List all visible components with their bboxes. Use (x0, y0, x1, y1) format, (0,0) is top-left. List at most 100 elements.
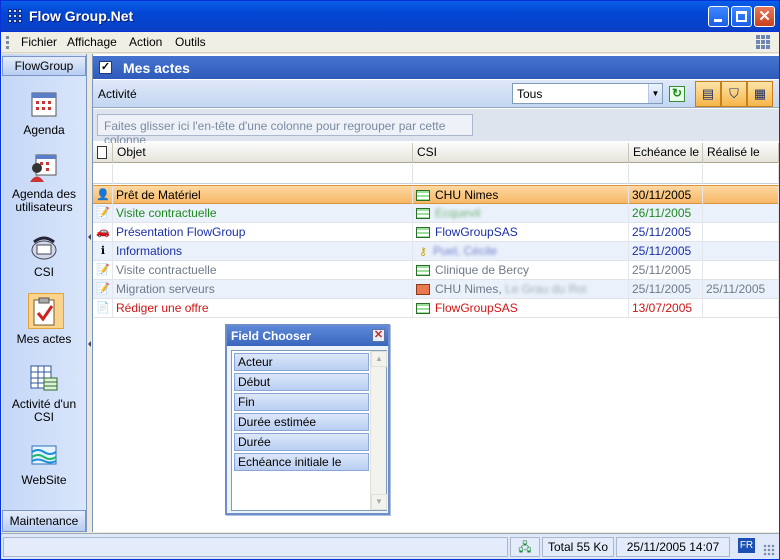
grid-filter-row[interactable] (93, 164, 779, 184)
resize-grip-icon[interactable] (763, 544, 775, 556)
window-title: Flow Group.Net (29, 8, 134, 24)
activity-label: Activité (98, 87, 137, 101)
car-icon: 🚗 (96, 226, 110, 238)
note-icon: 📝 (96, 283, 110, 295)
table-row[interactable]: 📝 Migration serveurs CHU Nimes, Le Grau … (93, 280, 779, 299)
close-icon[interactable]: ✕ (372, 329, 385, 342)
calendar-icon (31, 92, 57, 117)
cell-objet: Prêt de Matériel (113, 186, 413, 204)
main-panel: ✓ Mes actes Activité Tous ▼ ↻ ▤ ⛉ ▦ Fait… (92, 54, 779, 532)
cell-csi: CHU Nimes, Le Grau du Roi (413, 280, 629, 298)
cell-objet: Visite contractuelle (113, 261, 413, 279)
sidebar-item-label: Agenda des utilisateurs (11, 187, 77, 214)
close-icon: ✕ (758, 8, 771, 25)
status-datetime: 25/11/2005 14:07 (616, 537, 730, 557)
cell-csi: CHU Nimes (413, 186, 629, 204)
sidebar-item-website[interactable]: WebSite (2, 438, 86, 490)
splitter-arrow-icon[interactable] (88, 341, 91, 347)
sidebar-item-label: Mes actes (16, 332, 72, 346)
field-list: Acteur Début Fin Durée estimée Durée Ech… (231, 350, 387, 511)
refresh-icon[interactable]: ↻ (669, 86, 685, 102)
table-row[interactable]: 📝 Visite contractuelle Clinique de Bercy… (93, 261, 779, 280)
list-icon: ▤ (701, 86, 715, 101)
cell-csi: FlowGroupSAS (413, 299, 629, 317)
column-header-echeance[interactable]: Echéance le (629, 143, 703, 163)
columns-icon: ▦ (753, 86, 767, 101)
menu-grip-icon[interactable] (6, 36, 9, 49)
sidebar-item-label: Agenda (23, 123, 65, 137)
cell-echeance: 30/11/2005 (629, 186, 703, 204)
funnel-icon: ⛉ (729, 86, 739, 101)
sidebar-item-activite-csi[interactable]: Activité d'un CSI (2, 360, 86, 426)
network-icon: 🖧 (518, 540, 532, 554)
chevron-up-icon[interactable]: ▲ (371, 351, 387, 367)
sidebar-footer[interactable]: Maintenance (2, 510, 86, 532)
cell-realise (703, 223, 779, 241)
menu-outils[interactable]: Outils (175, 35, 206, 49)
title-bar[interactable]: Flow Group.Net ✕ (1, 1, 779, 32)
menu-action[interactable]: Action (129, 35, 162, 49)
cell-objet: Rédiger une offre (113, 299, 413, 317)
csi-card-icon (416, 303, 430, 315)
activity-select[interactable]: Tous ▼ (512, 83, 663, 104)
sidebar: FlowGroup Agenda Agenda des utilisateurs (2, 54, 87, 532)
filter-button[interactable]: ⛉ (721, 81, 747, 107)
table-row[interactable]: 👤 Prêt de Matériel CHU Nimes 30/11/2005 (93, 185, 779, 204)
list-view-button[interactable]: ▤ (695, 81, 721, 107)
cell-realise (703, 204, 779, 222)
cell-realise: 25/11/2005 (703, 280, 779, 298)
table-row[interactable]: 🚗 Présentation FlowGroup FlowGroupSAS 25… (93, 223, 779, 242)
menu-fichier[interactable]: Fichier (21, 35, 57, 49)
sidebar-header[interactable]: FlowGroup (2, 56, 86, 76)
field-item-duree-estimee[interactable]: Durée estimée (234, 413, 369, 431)
cell-objet: Visite contractuelle (113, 204, 413, 222)
section-title: Mes actes (123, 60, 190, 76)
grid-header: Objet CSI Echéance le Réalisé le (93, 143, 779, 163)
section-header: ✓ Mes actes (93, 56, 779, 79)
column-header-icon[interactable] (93, 143, 113, 163)
field-chooser-title[interactable]: Field Chooser (227, 326, 388, 346)
field-list-scrollbar[interactable]: ▲ ▼ (370, 351, 387, 510)
sidebar-item-mes-actes[interactable]: Mes actes (2, 292, 86, 348)
field-chooser-button[interactable]: ▦ (747, 81, 773, 107)
cell-echeance: 13/07/2005 (629, 299, 703, 317)
cell-realise (703, 261, 779, 279)
menu-affichage[interactable]: Affichage (67, 35, 117, 49)
field-item-duree[interactable]: Durée (234, 433, 369, 451)
group-by-hint[interactable]: Faites glisser ici l'en-tête d'une colon… (97, 114, 473, 147)
field-item-acteur[interactable]: Acteur (234, 353, 369, 371)
cell-csi: ⚷ Puel, Cécile (413, 242, 629, 260)
menu-bar: Fichier Affichage Action Outils (1, 32, 779, 53)
column-header-csi[interactable]: CSI (413, 143, 629, 163)
field-item-fin[interactable]: Fin (234, 393, 369, 411)
cell-echeance: 25/11/2005 (629, 242, 703, 260)
cell-echeance: 25/11/2005 (629, 261, 703, 279)
sidebar-item-agenda-utilisateurs[interactable]: Agenda des utilisateurs (2, 150, 86, 216)
cell-echeance: 25/11/2005 (629, 223, 703, 241)
field-item-debut[interactable]: Début (234, 373, 369, 391)
table-row[interactable]: 📝 Visite contractuelle Ecquevil 26/11/20… (93, 204, 779, 223)
cell-realise (703, 242, 779, 260)
document-icon (97, 146, 107, 159)
mdi-grid-icon[interactable] (756, 35, 770, 49)
users-calendar-icon (30, 154, 57, 182)
chevron-down-icon[interactable]: ▼ (371, 494, 387, 510)
field-item-echeance-initiale[interactable]: Echéance initiale le (234, 453, 369, 471)
maximize-icon (736, 11, 747, 22)
sidebar-item-label: CSI (33, 265, 54, 279)
table-row[interactable]: 📄 Rédiger une offre FlowGroupSAS 13/07/2… (93, 299, 779, 318)
cell-objet: Migration serveurs (113, 280, 413, 298)
table-row[interactable]: ℹ Informations ⚷ Puel, Cécile 25/11/2005 (93, 242, 779, 261)
document-icon: 📄 (96, 302, 110, 314)
column-header-realise[interactable]: Réalisé le (703, 143, 779, 163)
close-button[interactable]: ✕ (754, 6, 775, 27)
splitter-arrow-icon[interactable] (88, 234, 91, 240)
column-header-objet[interactable]: Objet (113, 143, 413, 163)
sidebar-item-agenda[interactable]: Agenda (2, 86, 86, 146)
minimize-button[interactable] (708, 6, 729, 27)
cell-csi: FlowGroupSAS (413, 223, 629, 241)
chevron-down-icon[interactable]: ▼ (648, 84, 662, 103)
maximize-button[interactable] (731, 6, 752, 27)
language-badge[interactable]: FR (738, 538, 755, 553)
sidebar-item-csi[interactable]: CSI (2, 230, 86, 282)
